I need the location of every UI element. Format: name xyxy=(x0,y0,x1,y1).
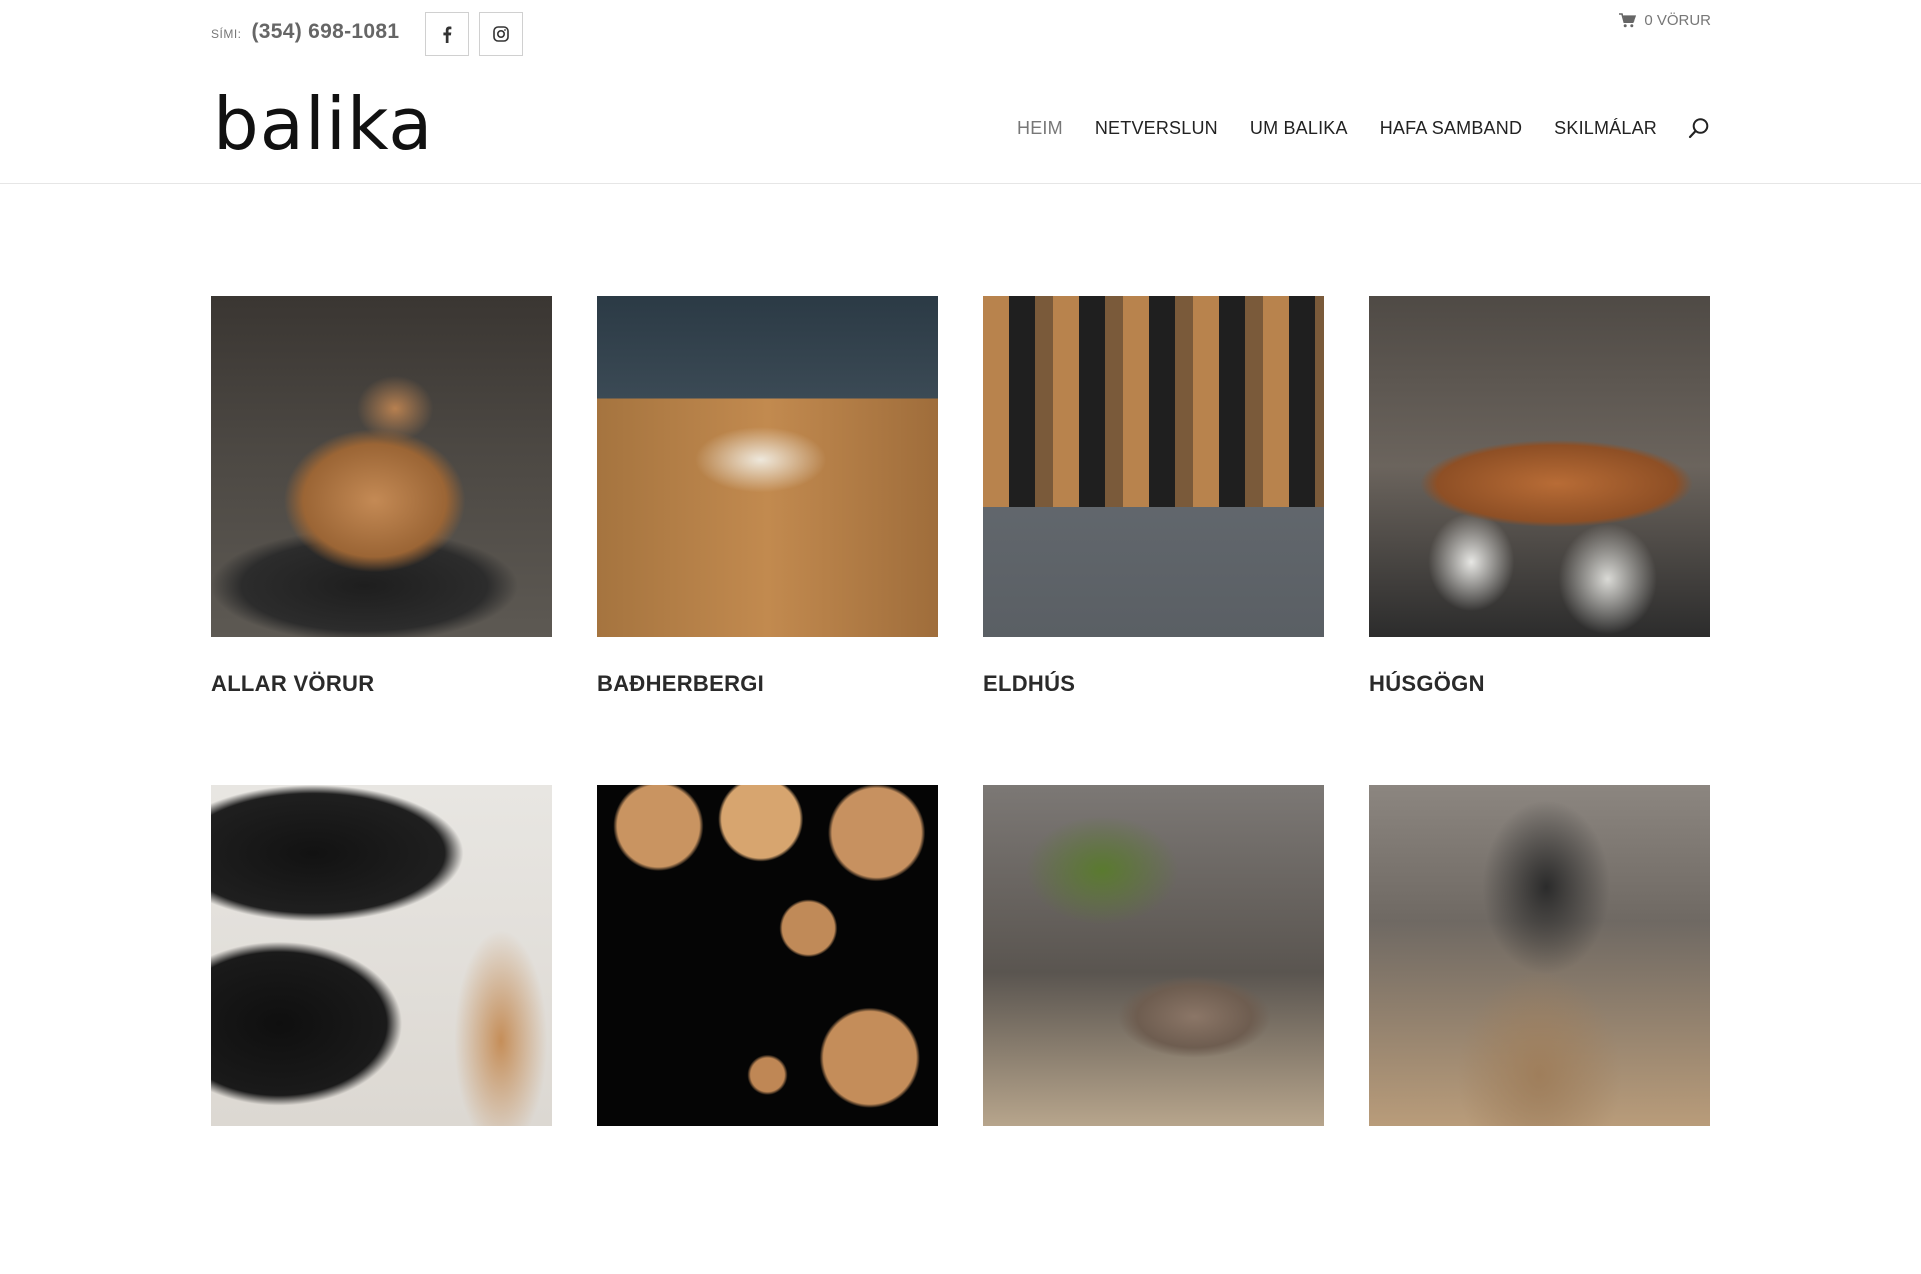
category-title[interactable]: ALLAR VÖRUR xyxy=(211,671,552,697)
nav-item-contact[interactable]: HAFA SAMBAND xyxy=(1380,118,1522,139)
facebook-icon xyxy=(443,26,452,43)
category-card[interactable]: BAÐHERBERGI xyxy=(597,296,938,785)
cart-link[interactable]: 0 VÖRUR xyxy=(1619,12,1711,29)
category-image[interactable] xyxy=(1369,296,1710,637)
nav-item-home[interactable]: HEIM xyxy=(1017,118,1063,139)
category-card[interactable] xyxy=(211,785,552,1274)
instagram-button[interactable] xyxy=(479,12,523,56)
cart-icon xyxy=(1619,13,1637,28)
category-image[interactable] xyxy=(983,785,1324,1126)
category-image[interactable] xyxy=(211,785,552,1126)
phone-label: SÍMI: xyxy=(211,27,242,41)
category-card[interactable] xyxy=(1369,785,1710,1274)
nav-item-shop[interactable]: NETVERSLUN xyxy=(1095,118,1218,139)
category-title[interactable]: HÚSGÖGN xyxy=(1369,671,1710,697)
category-image[interactable] xyxy=(597,785,938,1126)
category-card[interactable] xyxy=(597,785,938,1274)
phone-contact: SÍMI: (354) 698-1081 xyxy=(211,20,399,44)
facebook-button[interactable] xyxy=(425,12,469,56)
instagram-icon xyxy=(493,26,509,42)
nav-item-about[interactable]: UM BALIKA xyxy=(1250,118,1348,139)
search-button[interactable] xyxy=(1687,116,1711,140)
category-image[interactable] xyxy=(983,296,1324,637)
category-card[interactable]: ELDHÚS xyxy=(983,296,1324,785)
category-image[interactable] xyxy=(597,296,938,637)
top-bar: SÍMI: (354) 698-1081 0 VÖRUR xyxy=(0,0,1921,70)
phone-number[interactable]: (354) 698-1081 xyxy=(252,20,400,44)
site-header: balika HEIM NETVERSLUN UM BALIKA HAFA SA… xyxy=(0,70,1921,184)
category-card[interactable]: HÚSGÖGN xyxy=(1369,296,1710,785)
category-title[interactable]: BAÐHERBERGI xyxy=(597,671,938,697)
category-image[interactable] xyxy=(1369,785,1710,1126)
category-image[interactable] xyxy=(211,296,552,637)
category-title[interactable]: ELDHÚS xyxy=(983,671,1324,697)
category-grid: ALLAR VÖRUR BAÐHERBERGI ELDHÚS HÚSGÖGN xyxy=(211,296,1711,1274)
search-icon xyxy=(1688,118,1709,139)
main-nav: HEIM NETVERSLUN UM BALIKA HAFA SAMBAND S… xyxy=(985,116,1711,140)
cart-count-label: 0 VÖRUR xyxy=(1644,12,1711,29)
category-card[interactable]: ALLAR VÖRUR xyxy=(211,296,552,785)
site-logo[interactable]: balika xyxy=(213,88,433,160)
category-card[interactable] xyxy=(983,785,1324,1274)
nav-item-terms[interactable]: SKILMÁLAR xyxy=(1554,118,1657,139)
